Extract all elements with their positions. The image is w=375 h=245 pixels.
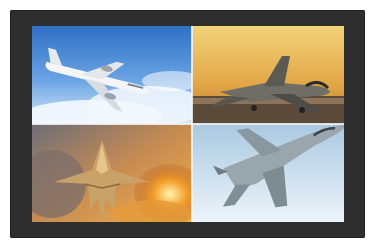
tile-divider-horizontal: [32, 123, 344, 125]
screen: [32, 26, 344, 222]
monitor-frame: [10, 10, 365, 238]
airliner-photo: [32, 26, 192, 124]
stealth-fighter-photo: [32, 124, 192, 222]
runway-fighter-photo: [192, 26, 344, 124]
fighter-jet-photo: [192, 124, 344, 222]
